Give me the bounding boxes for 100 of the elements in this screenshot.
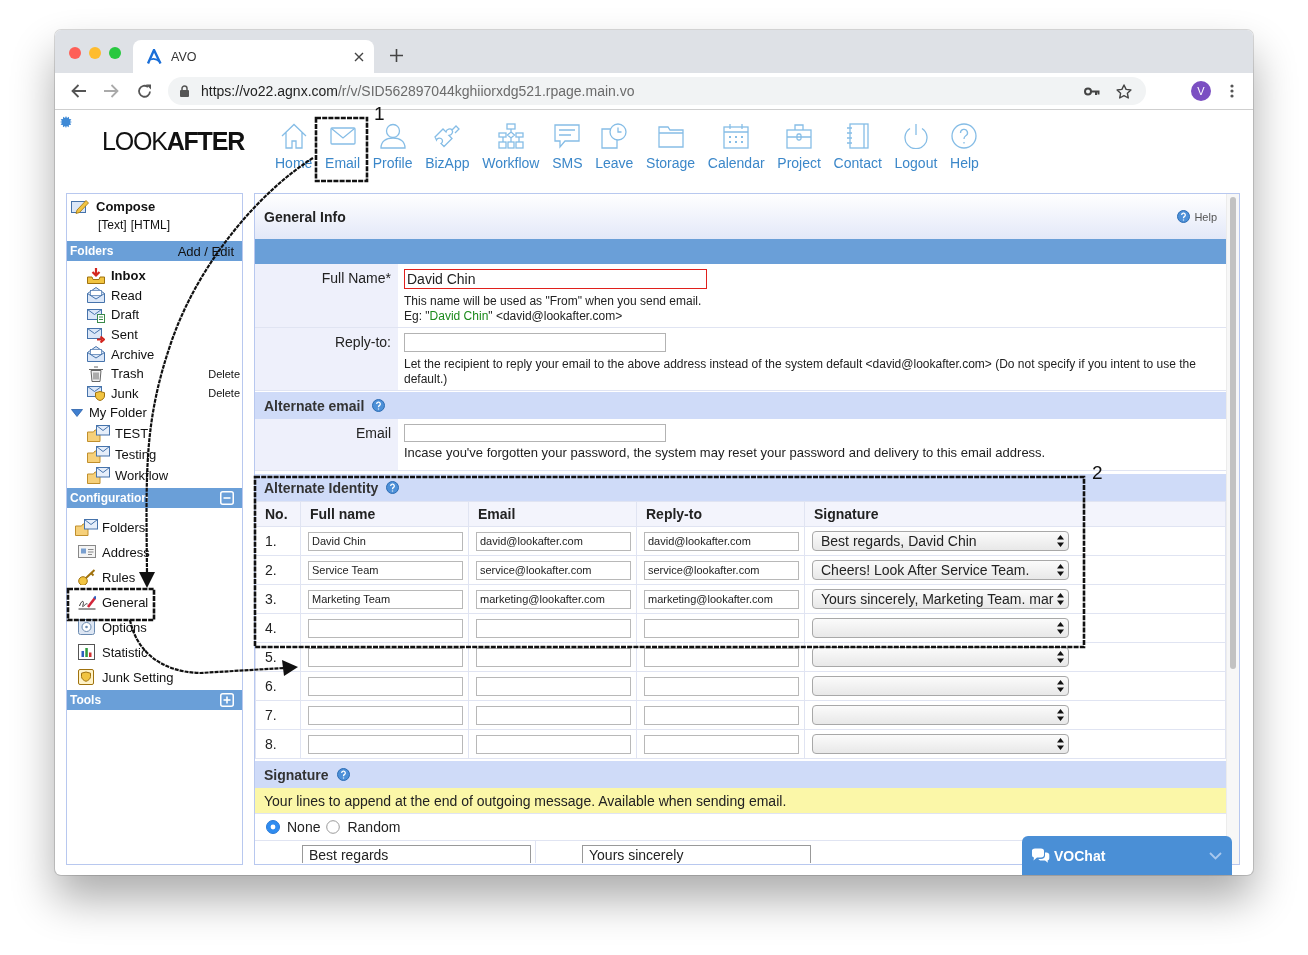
folder-group-item[interactable]: My Folder <box>71 405 147 421</box>
text-field[interactable] <box>308 618 463 638</box>
text-field[interactable] <box>644 618 799 638</box>
text-field[interactable]: marketing@lookafter.com <box>476 589 631 609</box>
back-arrow-icon[interactable] <box>71 84 86 98</box>
reload-icon[interactable] <box>137 83 152 99</box>
settings-item[interactable]: Address <box>67 539 242 565</box>
text-field[interactable] <box>308 647 463 667</box>
nav-link[interactable]: Logout <box>894 123 938 171</box>
folder-item[interactable]: Archive <box>87 346 155 363</box>
text-field[interactable]: Marketing Team <box>308 589 463 609</box>
folder-item[interactable]: TEST <box>87 424 149 442</box>
menu-icon[interactable] <box>1230 84 1234 98</box>
collapse-icon[interactable] <box>220 490 234 505</box>
forward-arrow-icon[interactable] <box>104 84 119 98</box>
maximize-window-icon[interactable] <box>109 46 121 59</box>
text-field[interactable]: David Chin <box>308 531 463 551</box>
nav-link[interactable]: BizApp <box>425 123 470 171</box>
close-icon[interactable] <box>354 51 364 62</box>
input-field[interactable]: David Chin <box>404 269 707 289</box>
radio-button[interactable] <box>326 820 341 834</box>
field-label: Full Name* <box>255 264 398 327</box>
folder-item[interactable]: Draft <box>87 307 140 323</box>
text-field[interactable] <box>476 618 631 638</box>
nav-link[interactable]: Profile <box>372 123 413 171</box>
chevron-down-icon[interactable] <box>1209 851 1222 860</box>
help-link[interactable]: Help <box>1177 210 1217 223</box>
settings-item[interactable]: Statistic <box>67 639 242 665</box>
folder-item[interactable]: Inbox <box>87 267 146 284</box>
folder-item[interactable]: Trash <box>87 365 144 382</box>
nav-link[interactable]: Email <box>325 123 361 171</box>
signature-dropdown[interactable]: Best regards, David Chin <box>812 531 1069 551</box>
disclosure-triangle-icon[interactable] <box>71 408 83 417</box>
new-tab-icon[interactable] <box>390 49 403 62</box>
nav-link[interactable]: Project <box>777 123 821 171</box>
signature-dropdown[interactable]: Yours sincerely, Marketing Team. mar <box>812 589 1069 609</box>
settings-item[interactable]: General <box>67 589 242 615</box>
format-link[interactable]: [HTML] <box>130 218 171 232</box>
help-icon[interactable] <box>386 481 400 494</box>
minimize-window-icon[interactable] <box>89 46 101 59</box>
text-field[interactable] <box>644 705 799 725</box>
nav-link[interactable]: Calendar <box>707 123 765 171</box>
text-field[interactable] <box>476 676 631 696</box>
text-field[interactable]: service@lookafter.com <box>476 560 631 580</box>
logo-text[interactable]: LOOKAFTER <box>102 126 244 156</box>
text-field[interactable]: david@lookafter.com <box>644 531 799 551</box>
settings-item[interactable]: Folders <box>67 514 242 540</box>
compose-link[interactable]: Compose <box>71 199 242 214</box>
nav-link[interactable]: Help <box>950 123 979 171</box>
text-field[interactable] <box>308 734 463 754</box>
calendar-icon <box>723 123 750 149</box>
text-field[interactable] <box>644 734 799 754</box>
input-field[interactable] <box>404 424 666 442</box>
folder-item[interactable]: Read <box>87 287 143 304</box>
star-icon[interactable] <box>1116 83 1132 99</box>
text-field[interactable] <box>308 705 463 725</box>
delete-link[interactable]: Delete <box>208 367 242 380</box>
text-field[interactable]: Service Team <box>308 560 463 580</box>
radio-button[interactable] <box>266 820 280 834</box>
text-field[interactable] <box>476 734 631 754</box>
settings-item[interactable]: Rules <box>67 564 242 590</box>
nav-link[interactable]: Storage <box>646 123 696 171</box>
folder-item[interactable]: Junk <box>87 385 139 402</box>
expand-icon[interactable] <box>220 692 234 707</box>
signature-dropdown[interactable]: Cheers! Look After Service Team. <box>812 560 1069 580</box>
folder-item[interactable]: Sent <box>87 326 138 343</box>
close-window-icon[interactable] <box>69 46 81 59</box>
text-field[interactable]: service@lookafter.com <box>644 560 799 580</box>
radio-label[interactable]: None <box>287 819 321 835</box>
signature-textarea[interactable]: Best regards <box>302 845 531 863</box>
browser-tab[interactable]: AVO <box>133 40 374 73</box>
text-field[interactable] <box>308 676 463 696</box>
nav-link[interactable]: Contact <box>833 123 882 171</box>
text-field[interactable]: marketing@lookafter.com <box>644 589 799 609</box>
signature-dropdown[interactable] <box>812 647 1069 667</box>
signature-textarea[interactable]: Yours sincerely <box>582 845 811 863</box>
radio-label[interactable]: Random <box>347 819 401 835</box>
nav-link[interactable]: Leave <box>595 123 634 171</box>
text-field[interactable] <box>644 676 799 696</box>
help-icon[interactable] <box>1177 210 1191 223</box>
delete-link[interactable]: Delete <box>208 387 242 400</box>
folder-item[interactable]: Testing <box>87 445 157 463</box>
help-icon[interactable] <box>372 399 386 412</box>
text-field[interactable] <box>476 647 631 667</box>
address-bar[interactable]: https://vo22.agnx.com/r/v/SID562897044kghiiorxdg521.rpage.main.vo <box>168 77 1146 105</box>
text-field[interactable] <box>644 647 799 667</box>
key-icon[interactable] <box>1084 86 1100 96</box>
profile-avatar[interactable]: V <box>1191 81 1211 101</box>
nav-link[interactable]: Workflow <box>482 123 540 171</box>
settings-item[interactable]: Junk Setting <box>67 664 242 690</box>
help-icon[interactable] <box>336 768 350 781</box>
settings-item[interactable]: Options <box>67 614 242 640</box>
text-field[interactable]: david@lookafter.com <box>476 531 631 551</box>
format-link[interactable]: [Text] <box>98 218 127 232</box>
input-field[interactable] <box>404 333 666 352</box>
inbox-tray-icon <box>87 267 105 284</box>
text-field[interactable] <box>476 705 631 725</box>
scrollbar-thumb[interactable] <box>1230 197 1236 669</box>
folder-item[interactable]: Workflow <box>87 466 169 484</box>
nav-link[interactable]: SMS <box>552 123 583 171</box>
